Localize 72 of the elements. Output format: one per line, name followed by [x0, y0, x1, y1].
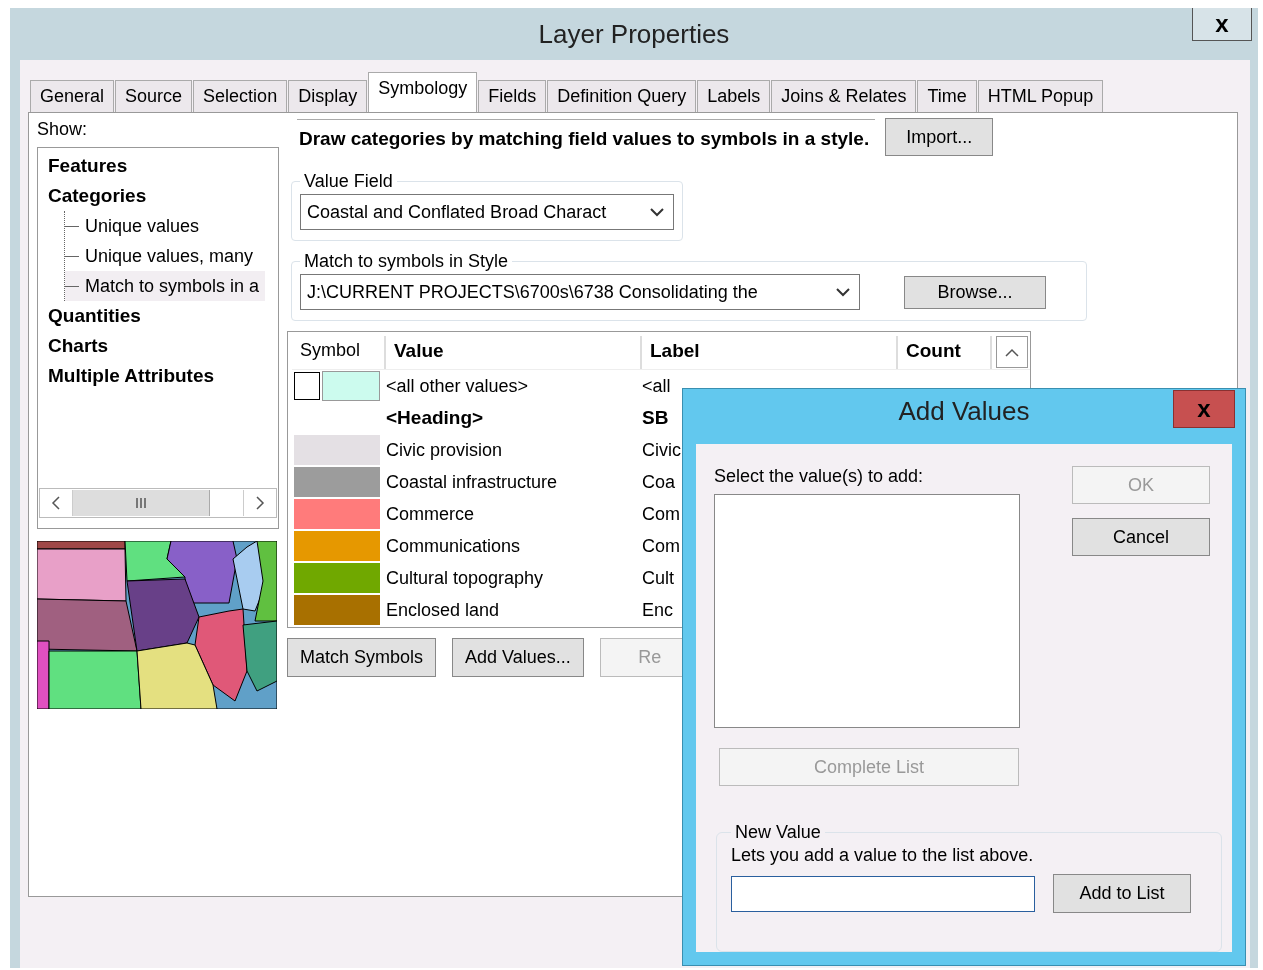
browse-button[interactable]: Browse...: [904, 275, 1046, 309]
tab[interactable]: Selection: [193, 80, 288, 112]
color-swatch[interactable]: [294, 435, 380, 465]
scroll-up-button[interactable]: [996, 336, 1028, 368]
column-header[interactable]: Value: [386, 336, 642, 369]
column-header[interactable]: Label: [642, 336, 898, 369]
color-swatch[interactable]: [322, 371, 380, 401]
table-cell-text: <Heading>: [386, 407, 485, 429]
horizontal-scrollbar[interactable]: [39, 488, 277, 518]
tab[interactable]: Display: [288, 80, 368, 112]
table-cell-text: Commerce: [386, 503, 475, 525]
table-cell-text: Coastal infrastructure: [386, 471, 559, 493]
tab[interactable]: General: [30, 80, 115, 112]
table-cell: Com: [642, 503, 680, 524]
window-title: Layer Properties: [538, 18, 730, 50]
action-button[interactable]: Cancel: [1072, 518, 1210, 556]
group-label: Match to symbols in Style: [303, 251, 510, 272]
show-label: Show:: [37, 119, 89, 141]
table-cell-text: Communications: [386, 535, 522, 557]
hint-text: Lets you add a value to the list above.: [731, 845, 1035, 866]
tree-item[interactable]: Match to symbols in a: [65, 271, 266, 301]
dropdown[interactable]: J:\CURRENT PROJECTS\6700s\6738 Consolidating the: [300, 274, 860, 310]
action-button[interactable]: Add Values...: [452, 638, 584, 677]
tab[interactable]: Definition Query: [547, 80, 697, 112]
table-cell: Civic: [642, 439, 681, 460]
color-swatch[interactable]: [294, 595, 380, 625]
add-to-list-button[interactable]: Add to List: [1053, 874, 1191, 913]
chevron-up-icon: [1005, 347, 1019, 357]
dropdown[interactable]: Coastal and Conflated Broad Charact: [300, 194, 674, 230]
column-header[interactable]: Count: [898, 336, 992, 369]
close-button[interactable]: x: [1173, 390, 1235, 428]
tab[interactable]: Fields: [478, 80, 547, 112]
group-label: New Value: [734, 822, 822, 843]
description-text: Draw categories by matching field values to symbols in a style.: [297, 118, 876, 156]
outline-swatch: [294, 372, 320, 400]
tab[interactable]: Labels: [697, 80, 771, 112]
table-cell: Cult: [642, 567, 674, 588]
value-list[interactable]: [714, 494, 1020, 728]
input-field[interactable]: [731, 875, 1035, 912]
tree-item[interactable]: Multiple Attributes: [48, 361, 215, 391]
table-cell-text: Cultural topography: [386, 567, 545, 589]
tab[interactable]: Source: [115, 80, 193, 112]
chevron-down-icon: [835, 287, 851, 297]
dialog-title: Add Values: [898, 395, 1030, 427]
grip-icon: [135, 498, 147, 508]
table-cell-text: Civic provision: [386, 439, 504, 461]
action-button[interactable]: Match Symbols: [287, 638, 437, 677]
close-button[interactable]: x: [1192, 8, 1252, 41]
prompt-label: Select the value(s) to add:: [714, 466, 925, 488]
table-cell-text: <all other values>: [386, 375, 530, 397]
color-swatch[interactable]: [294, 467, 380, 497]
color-swatch[interactable]: [294, 531, 380, 561]
table-cell: Com: [642, 535, 680, 556]
tree-item[interactable]: Categories: [48, 181, 147, 211]
import-button[interactable]: Import...: [885, 118, 994, 156]
chevron-down-icon: [649, 207, 665, 217]
color-swatch[interactable]: [294, 563, 380, 593]
color-swatch[interactable]: [294, 499, 380, 529]
tab[interactable]: Symbology: [368, 72, 478, 112]
group-label: Value Field: [303, 171, 394, 192]
table-cell-text: Enclosed land: [386, 599, 501, 621]
table-cell: <all: [642, 375, 671, 396]
tab[interactable]: HTML Popup: [977, 80, 1104, 112]
column-header[interactable]: Symbol: [292, 336, 386, 369]
tree-item[interactable]: Features: [48, 151, 128, 181]
tab[interactable]: Time: [917, 80, 977, 112]
table-cell: Enc: [642, 599, 674, 620]
table-cell: Coa: [642, 471, 676, 492]
table-cell: SB: [642, 407, 669, 428]
tree-item[interactable]: Charts: [48, 331, 109, 361]
tree-item[interactable]: Quantities: [48, 301, 141, 331]
tab[interactable]: Joins & Relates: [771, 80, 917, 112]
